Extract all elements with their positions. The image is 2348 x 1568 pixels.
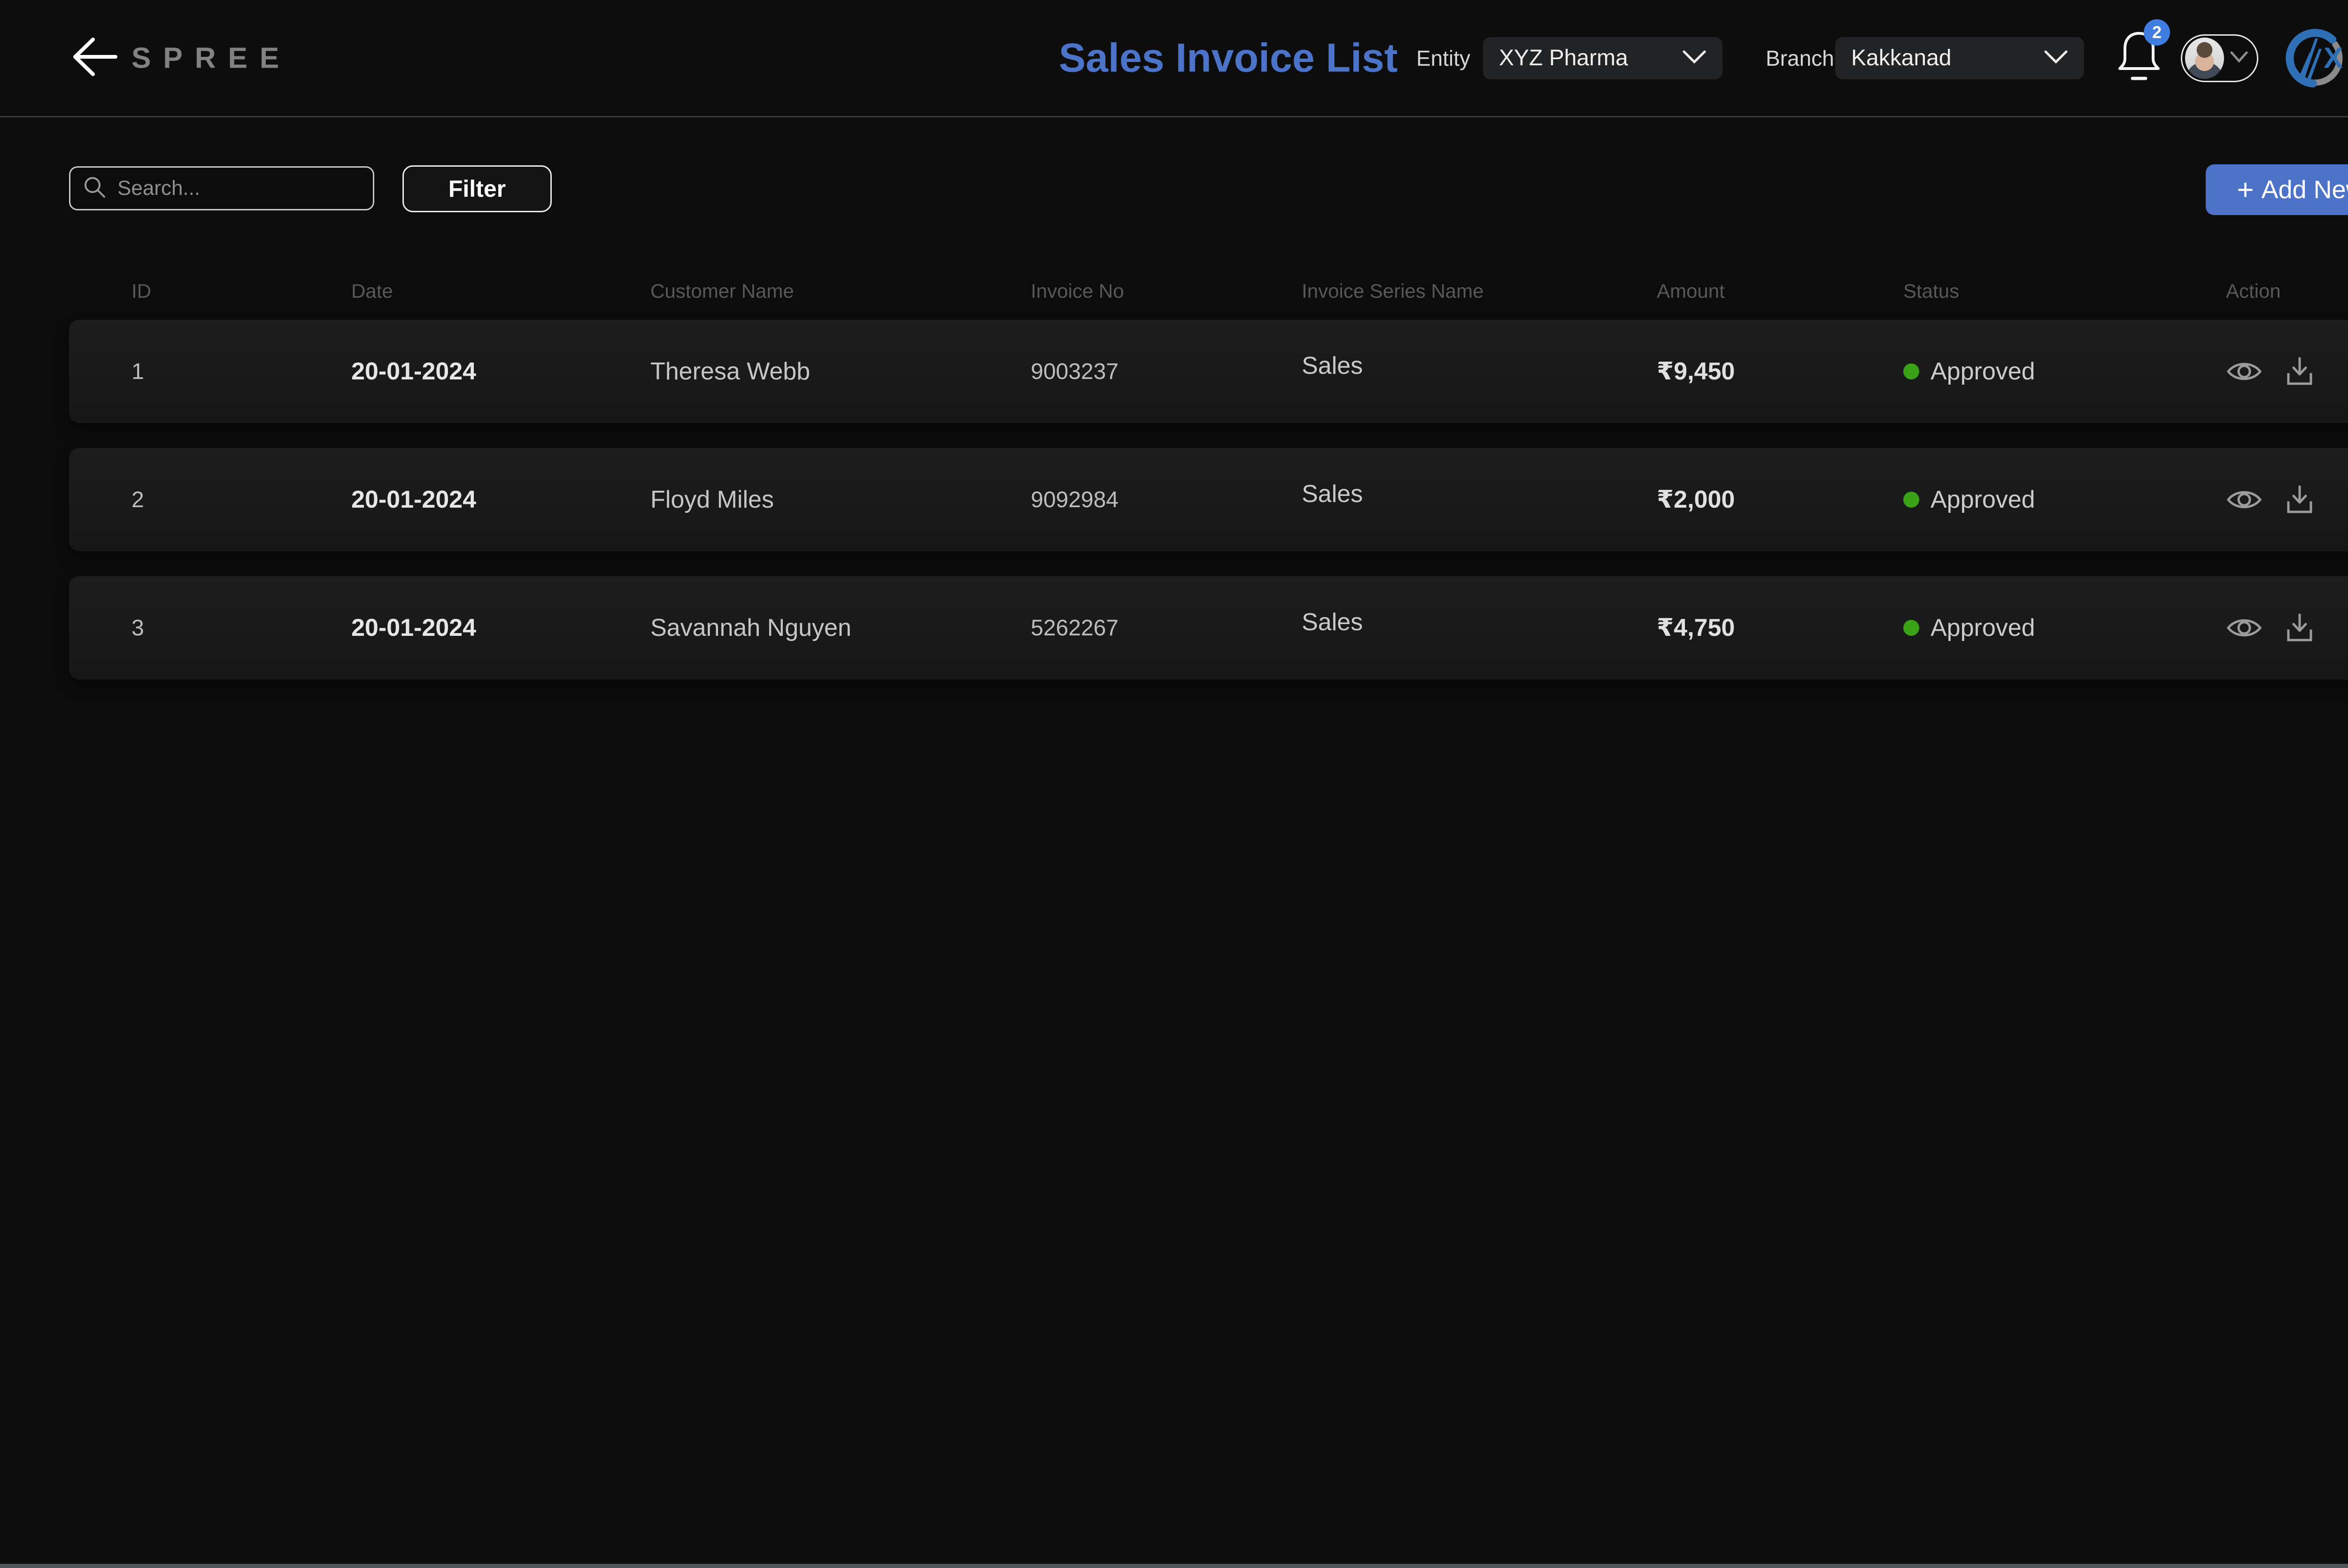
- branch-dropdown[interactable]: Kakkanad: [1835, 37, 2084, 79]
- cell-invoice-no: 5262267: [1031, 615, 1302, 641]
- cell-invoice-no: 9092984: [1031, 487, 1302, 513]
- cell-invoice-series-name: Sales: [1302, 352, 1657, 380]
- search-box: [69, 166, 374, 210]
- cell-amount: ₹2,000: [1657, 486, 1903, 514]
- bottom-scrollbar[interactable]: [0, 1564, 2348, 1568]
- cell-date: 20-01-2024: [351, 614, 650, 642]
- add-new-label: Add New: [2262, 175, 2348, 204]
- top-bar: SPREE Sales Invoice List Entity XYZ Phar…: [0, 0, 2348, 117]
- status-text: Approved: [1931, 614, 2035, 642]
- status-text: Approved: [1931, 357, 2035, 386]
- col-header-id: ID: [131, 280, 351, 302]
- download-icon[interactable]: [2285, 356, 2314, 386]
- filter-button-label: Filter: [448, 175, 506, 202]
- table-row[interactable]: 3 20-01-2024 Savannah Nguyen 5262267 Sal…: [69, 576, 2348, 680]
- branch-value: Kakkanad: [1851, 45, 1952, 71]
- view-icon[interactable]: [2226, 616, 2263, 640]
- entity-dropdown[interactable]: XYZ Pharma: [1483, 37, 1722, 79]
- col-header-invoice-no: Invoice No: [1031, 280, 1302, 302]
- cell-action: [2226, 356, 2348, 386]
- cell-date: 20-01-2024: [351, 357, 650, 386]
- search-input[interactable]: [117, 177, 361, 200]
- status-dot-icon: [1903, 620, 1919, 636]
- cell-customer-name: Theresa Webb: [650, 357, 1031, 386]
- col-header-amount: Amount: [1657, 280, 1903, 302]
- chevron-down-icon: [1682, 49, 1707, 67]
- cell-invoice-series-name: Sales: [1302, 608, 1657, 636]
- download-icon[interactable]: [2285, 485, 2314, 515]
- view-icon[interactable]: [2226, 487, 2263, 512]
- company-logo: XYZ: [2282, 25, 2348, 91]
- user-menu[interactable]: [2181, 34, 2258, 82]
- add-new-button[interactable]: + Add New: [2206, 164, 2348, 215]
- download-icon[interactable]: [2285, 613, 2314, 643]
- status-text: Approved: [1931, 486, 2035, 514]
- cell-id: 2: [131, 487, 351, 513]
- cell-date: 20-01-2024: [351, 486, 650, 514]
- cell-invoice-no: 9003237: [1031, 359, 1302, 385]
- chevron-down-icon: [2230, 50, 2248, 66]
- plus-icon: +: [2237, 173, 2254, 207]
- col-header-status: Status: [1903, 280, 2226, 302]
- cell-action: [2226, 613, 2348, 643]
- table-row[interactable]: 2 20-01-2024 Floyd Miles 9092984 Sales ₹…: [69, 448, 2348, 551]
- company-logo-text: XYZ: [2324, 41, 2348, 75]
- brand-logo-text: SPREE: [131, 41, 291, 75]
- avatar: [2185, 38, 2224, 79]
- back-button[interactable]: [69, 30, 120, 86]
- page-title: Sales Invoice List: [1059, 35, 1398, 81]
- cell-id: 3: [131, 615, 351, 641]
- cell-customer-name: Savannah Nguyen: [650, 614, 1031, 642]
- status-dot-icon: [1903, 492, 1919, 508]
- col-header-series: Invoice Series Name: [1302, 280, 1657, 302]
- col-header-customer: Customer Name: [650, 280, 1031, 302]
- cell-customer-name: Floyd Miles: [650, 486, 1031, 514]
- cell-invoice-series-name: Sales: [1302, 480, 1657, 508]
- status-badge: Approved: [1903, 614, 2226, 642]
- filter-button[interactable]: Filter: [402, 165, 552, 212]
- status-dot-icon: [1903, 363, 1919, 379]
- table-header-row: ID Date Customer Name Invoice No Invoice…: [69, 275, 2348, 308]
- status-badge: Approved: [1903, 357, 2226, 386]
- chevron-down-icon: [2044, 49, 2068, 67]
- entity-label: Entity: [1416, 46, 1470, 71]
- search-icon: [83, 175, 107, 202]
- cell-id: 1: [131, 359, 351, 385]
- col-header-action: Action: [2226, 280, 2348, 302]
- notification-bell-button[interactable]: 2: [2116, 23, 2167, 93]
- branch-label: Branch: [1766, 46, 1834, 71]
- cell-amount: ₹9,450: [1657, 357, 1903, 386]
- back-arrow-icon: [69, 31, 120, 85]
- notification-count-badge: 2: [2144, 19, 2170, 46]
- view-icon[interactable]: [2226, 359, 2263, 384]
- cell-action: [2226, 485, 2348, 515]
- table-row[interactable]: 1 20-01-2024 Theresa Webb 9003237 Sales …: [69, 320, 2348, 423]
- bell-icon: [2116, 83, 2163, 91]
- cell-amount: ₹4,750: [1657, 614, 1903, 642]
- invoice-list: 1 20-01-2024 Theresa Webb 9003237 Sales …: [69, 320, 2348, 704]
- status-badge: Approved: [1903, 486, 2226, 514]
- col-header-date: Date: [351, 280, 650, 302]
- entity-value: XYZ Pharma: [1499, 45, 1628, 71]
